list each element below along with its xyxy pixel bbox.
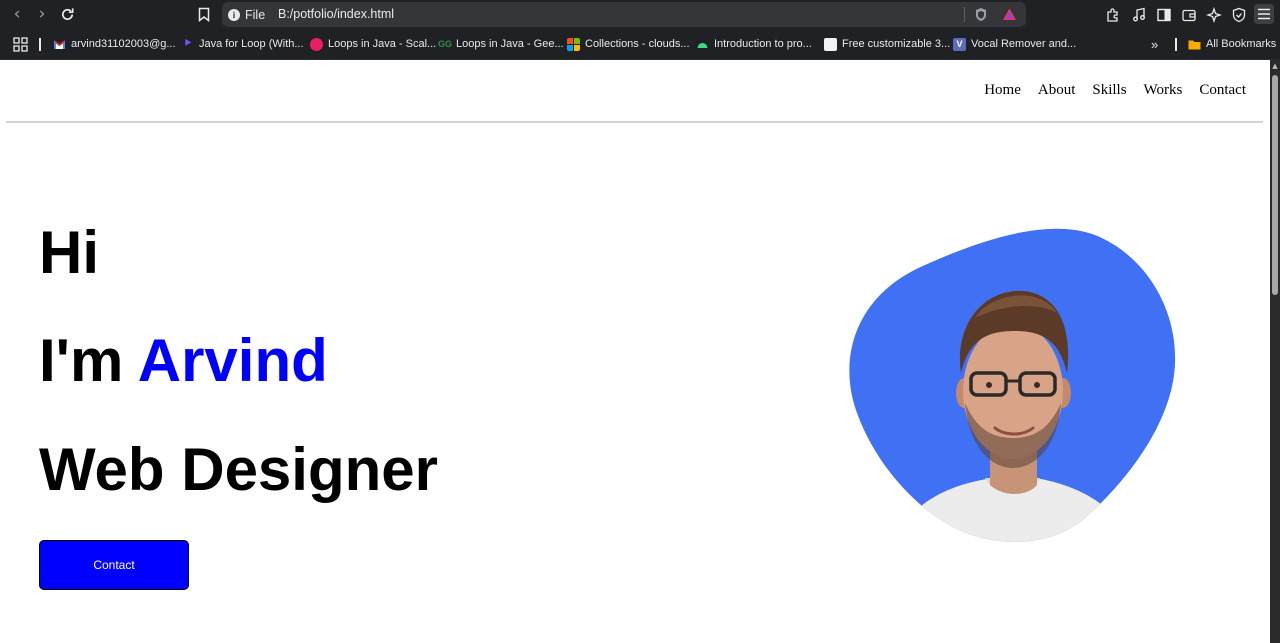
bookmark-label: Vocal Remover and... — [971, 38, 1077, 50]
url-divider — [964, 7, 965, 22]
nav-about-link[interactable]: About — [1038, 82, 1076, 99]
info-icon: i — [228, 8, 240, 21]
bookmark-page-icon[interactable] — [195, 4, 213, 24]
bookmark-label: Introduction to pro... — [714, 38, 812, 50]
leo-ai-icon[interactable] — [1205, 6, 1222, 23]
bookmark-scaler-loops[interactable]: Loops in Java - Scal... — [310, 36, 436, 52]
bookmarks-bar: arvind31102003@g... ⯈ Java for Loop (Wit… — [0, 29, 1280, 60]
nav-skills-link[interactable]: Skills — [1092, 82, 1126, 99]
bookmark-divider — [39, 38, 41, 51]
programiz-icon: ⯈ — [183, 37, 192, 50]
forward-icon[interactable]: › — [32, 4, 52, 24]
bookmark-label: Loops in Java - Gee... — [456, 38, 564, 50]
back-icon[interactable]: ‹ — [7, 4, 27, 24]
site-info-button[interactable]: i File — [228, 6, 265, 23]
bookmark-gfg-loops[interactable]: GG Loops in Java - Gee... — [438, 36, 564, 52]
brave-shields-icon[interactable] — [974, 7, 988, 22]
geeksforgeeks-icon: GG — [438, 38, 453, 49]
hero-greeting: Hi — [39, 219, 99, 286]
nav-contact-link[interactable]: Contact — [1199, 82, 1246, 99]
media-controls-icon[interactable] — [1130, 6, 1147, 23]
profile-portrait — [849, 228, 1176, 542]
wallet-icon[interactable] — [1180, 6, 1197, 23]
site-nav: Home About Skills Works Contact — [967, 82, 1246, 99]
scroll-up-icon[interactable]: ▲ — [1272, 63, 1278, 70]
all-bookmarks-button[interactable]: All Bookmarks — [1188, 36, 1276, 52]
bookmark-collections[interactable]: Collections - clouds... — [567, 36, 690, 52]
hero-intro-prefix: I'm — [39, 327, 138, 394]
vocal-remover-icon: V — [953, 37, 966, 51]
site-info-label: File — [245, 7, 266, 22]
bookmark-label: Collections - clouds... — [585, 38, 690, 50]
bookmark-label: Loops in Java - Scal... — [328, 38, 437, 50]
bookmark-divider — [1175, 38, 1177, 51]
extensions-icon[interactable] — [1104, 6, 1121, 23]
header-divider — [6, 121, 1263, 123]
bookmark-gmail[interactable]: arvind31102003@g... — [53, 36, 176, 52]
template-icon — [824, 37, 837, 51]
more-bookmarks-icon[interactable]: » — [1151, 36, 1158, 52]
bookmark-java-for-loop[interactable]: ⯈ Java for Loop (With... — [181, 36, 304, 52]
hero-intro: I'm Arvind — [39, 331, 328, 391]
nav-works-link[interactable]: Works — [1144, 82, 1183, 99]
reload-icon[interactable] — [57, 4, 77, 24]
android-icon — [697, 42, 708, 48]
bookmark-label: Free customizable 3... — [842, 38, 951, 50]
microsoft-icon — [567, 37, 580, 51]
vpn-shield-icon[interactable] — [1230, 6, 1247, 23]
address-bar[interactable]: i File B:/potfolio/index.html — [222, 2, 1026, 27]
nav-home-link[interactable]: Home — [984, 82, 1021, 99]
browser-toolbar: ‹ › i File B:/potfolio/index.html — [0, 0, 1280, 29]
scaler-icon — [310, 37, 323, 51]
contact-button[interactable]: Contact — [39, 540, 189, 590]
scroll-thumb[interactable] — [1272, 75, 1278, 295]
page-viewport: Home About Skills Works Contact Hi I'm A… — [0, 60, 1270, 643]
gmail-icon — [53, 39, 66, 49]
url-text[interactable]: B:/potfolio/index.html — [278, 7, 394, 21]
apps-grid-icon[interactable] — [12, 36, 29, 53]
bookmark-vocal-remover[interactable]: V Vocal Remover and... — [953, 36, 1076, 52]
bookmark-label: Java for Loop (With... — [199, 38, 304, 50]
bookmark-label: arvind31102003@g... — [71, 38, 176, 50]
all-bookmarks-label: All Bookmarks — [1206, 38, 1277, 50]
bookmark-free-customizable[interactable]: Free customizable 3... — [824, 36, 950, 52]
folder-icon — [1188, 40, 1201, 49]
brave-rewards-icon[interactable] — [1002, 7, 1017, 22]
page-scrollbar[interactable]: ▲ — [1270, 60, 1280, 643]
menu-icon[interactable] — [1254, 4, 1274, 24]
hero-name: Arvind — [137, 327, 328, 394]
bookmark-android-intro[interactable]: Introduction to pro... — [696, 36, 812, 52]
sidebar-icon[interactable] — [1155, 6, 1172, 23]
hero-role: Web Designer — [39, 436, 438, 503]
